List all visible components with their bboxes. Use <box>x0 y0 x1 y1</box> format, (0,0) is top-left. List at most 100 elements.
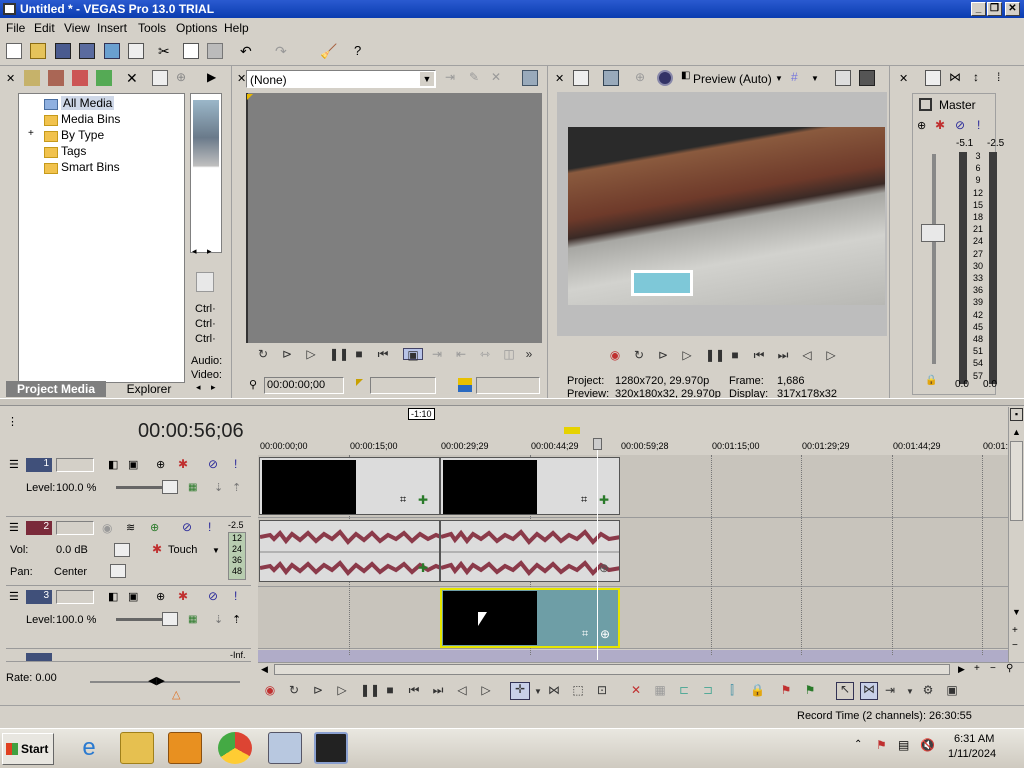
split-icon[interactable]: ⫿ <box>726 684 738 696</box>
loop-icon[interactable]: ↻ <box>257 348 269 360</box>
mute-icon[interactable]: ⊘ <box>182 520 192 534</box>
chrome-icon[interactable] <box>218 732 252 764</box>
zoom-out-vertical-icon[interactable]: − <box>1012 640 1018 651</box>
trimmer-end-field[interactable] <box>476 377 540 394</box>
normal-edit-tool-icon[interactable]: ✛ <box>510 682 530 700</box>
trimmer-source-dropdown[interactable]: (None) ▼ <box>246 70 436 88</box>
chevron-down-icon[interactable]: ▼ <box>775 74 783 83</box>
play-from-start-icon[interactable]: ⊳ <box>312 684 324 696</box>
media-thumbnail[interactable] <box>193 100 219 194</box>
invert-phase-icon[interactable]: ≋ <box>126 521 135 534</box>
automation-icon[interactable]: ▦ <box>188 482 197 493</box>
rate-slider-icon[interactable]: ◀▶ <box>148 674 165 687</box>
eyedropper-icon[interactable]: ✎ <box>469 70 485 86</box>
track-collapse-icon[interactable]: ☰ <box>9 458 19 471</box>
media-player-icon[interactable] <box>168 732 202 764</box>
paste-icon[interactable] <box>207 43 223 59</box>
overlays-icon[interactable]: # <box>791 70 807 86</box>
tree-item-smart-bins[interactable]: Smart Bins <box>61 160 120 174</box>
stop-icon[interactable]: ■ <box>729 349 741 361</box>
pin-icon[interactable]: ⚲ <box>249 378 257 391</box>
track-fx-icon[interactable]: ⊕ <box>156 458 165 471</box>
panel-close-icon[interactable]: ✕ <box>899 72 908 85</box>
dim-icon[interactable]: ↕ <box>973 70 989 86</box>
remove-icon[interactable]: ✕ <box>126 70 142 86</box>
clip-fx-icon[interactable]: ⊕ <box>600 627 610 641</box>
mute-icon[interactable]: ⊘ <box>955 118 965 132</box>
save-snapshot-icon[interactable] <box>859 70 875 86</box>
split-screen-icon[interactable]: ⊕ <box>635 70 651 86</box>
more-icon[interactable]: » <box>523 348 535 360</box>
menu-insert[interactable]: Insert <box>97 21 127 35</box>
pause-icon[interactable]: ❚❚ <box>360 684 380 696</box>
auto-crossfade-icon[interactable]: ⋈ <box>860 682 878 700</box>
preview-quality-dropdown[interactable]: Preview (Auto) <box>693 72 772 86</box>
cut-icon[interactable]: ✂ <box>158 43 174 59</box>
menu-options[interactable]: Options <box>176 21 217 35</box>
zoom-tool-icon[interactable]: ⚲ <box>1006 663 1013 674</box>
region-icon[interactable]: ⚑ <box>804 684 816 696</box>
automation-gear-icon[interactable]: ✱ <box>152 542 162 556</box>
crop-icon[interactable]: ⌗ <box>581 494 587 507</box>
external-monitor-icon[interactable] <box>603 70 619 86</box>
play-icon[interactable]: ▷ <box>681 349 693 361</box>
expand-icon[interactable]: + <box>28 128 34 139</box>
mixer-menu-icon[interactable]: ⁞ <box>997 70 1013 86</box>
close-button[interactable]: ✕ <box>1005 2 1020 16</box>
tree-item-by-type[interactable]: By Type <box>61 128 104 142</box>
clip-fx-icon[interactable]: ✚ <box>418 561 428 575</box>
fx-gear-icon[interactable]: ✱ <box>178 457 188 471</box>
splitter[interactable] <box>0 398 1024 406</box>
playhead[interactable] <box>597 438 598 660</box>
auto-ripple-icon[interactable]: ⇥ <box>884 684 896 696</box>
bus-fx-icon[interactable]: ⊕ <box>917 119 926 132</box>
pause-icon[interactable]: ❚❚ <box>705 349 725 361</box>
fx-gear-icon[interactable]: ✱ <box>935 118 945 132</box>
video-clip[interactable]: ⌗ ✚ <box>259 457 440 515</box>
chevron-down-icon[interactable]: ▼ <box>212 546 220 555</box>
audio-clip[interactable]: ⊕ <box>440 520 620 582</box>
internet-explorer-icon[interactable]: e <box>72 732 106 764</box>
timeline-hscroll[interactable]: ◀ ▶ + − ⚲ <box>258 662 1024 676</box>
trim-start-icon[interactable]: ⊏ <box>678 684 690 696</box>
video-fx-icon[interactable] <box>657 70 673 86</box>
audio-toggle-icon[interactable]: ◫ <box>503 348 515 360</box>
downmix-icon[interactable]: ⋈ <box>949 70 965 86</box>
go-to-start-icon[interactable]: ⏮ <box>408 684 420 696</box>
video-clip[interactable]: ⌗ ✚ <box>440 457 620 515</box>
go-to-end-icon[interactable]: ⏭ <box>432 684 444 696</box>
chevron-down-icon[interactable]: ▼ <box>532 686 544 698</box>
previous-frame-icon[interactable]: ◁ <box>456 684 468 696</box>
envelope-icon[interactable]: ⇣ <box>214 481 223 494</box>
chevron-down-icon[interactable]: ▼ <box>904 686 916 698</box>
cleanup-icon[interactable]: 🧹 <box>320 43 337 59</box>
zoom-out-icon[interactable]: − <box>990 663 996 674</box>
timeline-vscroll[interactable]: ▪ ▲ ▼ + − <box>1008 407 1024 662</box>
level-slider[interactable] <box>162 612 178 626</box>
go-to-start-icon[interactable]: ⏮ <box>377 348 389 360</box>
vscroll-thumb[interactable] <box>1010 441 1023 521</box>
play-from-start-icon[interactable]: ⊳ <box>281 348 293 360</box>
scroll-left-icon[interactable]: ◀ <box>261 664 268 675</box>
zoom-tool-icon[interactable]: ⊡ <box>596 684 608 696</box>
trimmer-length-field[interactable] <box>370 377 436 394</box>
clip-fx-icon[interactable]: ⊕ <box>599 561 609 575</box>
cursor-position[interactable]: 00:00:56;06 <box>138 420 244 443</box>
region-icon[interactable] <box>458 378 472 392</box>
track-fx-icon[interactable]: ⊕ <box>156 590 165 603</box>
solo-icon[interactable]: ! <box>208 520 211 534</box>
open-icon[interactable] <box>30 43 46 59</box>
selected-video-clip[interactable]: ⌗ ⊕ <box>440 588 620 648</box>
scroll-right-icon[interactable]: ▸ <box>207 246 212 257</box>
import-media-icon[interactable] <box>24 70 40 86</box>
play-from-start-icon[interactable]: ⊳ <box>657 349 669 361</box>
monitor-icon[interactable] <box>522 70 538 86</box>
media-properties-icon[interactable] <box>152 70 168 86</box>
whats-this-icon[interactable]: ? <box>354 43 370 59</box>
clock-time[interactable]: 6:31 AM <box>954 733 994 745</box>
pan-slider[interactable] <box>110 564 126 578</box>
lock-envelopes-icon[interactable]: ⚙ <box>922 684 934 696</box>
ignore-grouping-icon[interactable]: ▣ <box>946 684 958 696</box>
tree-item-all-media[interactable]: All Media <box>61 96 115 110</box>
loop-icon[interactable]: ↻ <box>288 684 300 696</box>
